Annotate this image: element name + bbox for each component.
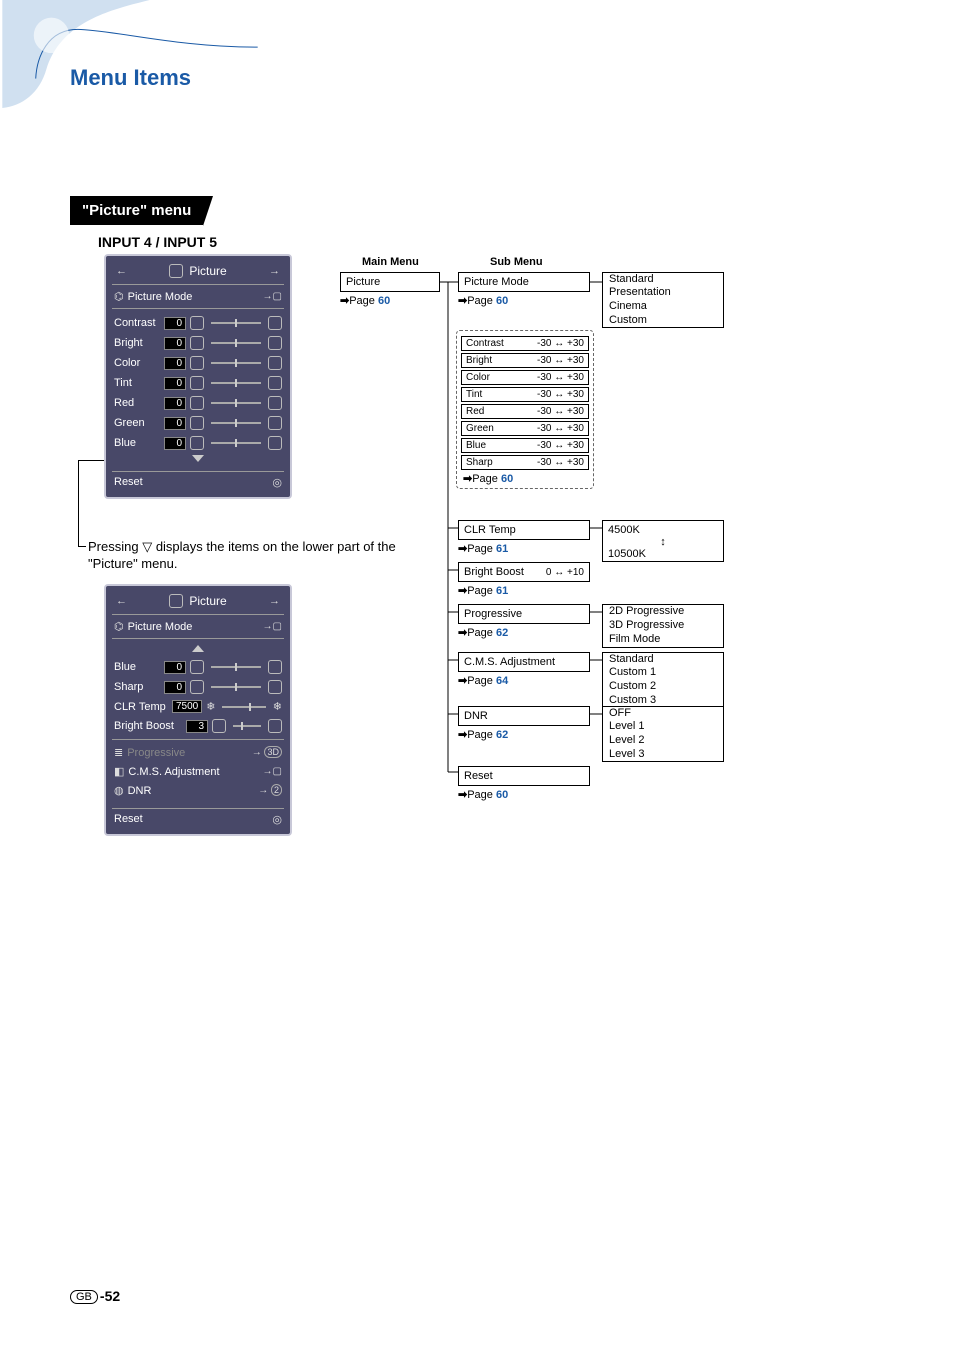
page-ref[interactable]: ➡Page 60 <box>340 294 440 307</box>
tree-bright-boost: Bright Boost0 ↔ +10 <box>458 562 590 582</box>
reset-label[interactable]: Reset <box>114 813 143 826</box>
submenu-arrow-icon[interactable]: → 3D <box>252 747 282 758</box>
picture-header-icon <box>169 594 183 608</box>
tree-slider-group: Contrast-30 ↔ +30 Bright-30 ↔ +30 Color-… <box>456 330 594 489</box>
page-ref[interactable]: ➡Page 62 <box>458 626 590 639</box>
reset-label[interactable]: Reset <box>114 476 143 489</box>
header-swoosh <box>0 0 260 110</box>
tree-picture-mode-opts: Standard Presentation Cinema Custom <box>602 272 724 328</box>
tree-cms: C.M.S. Adjustment <box>458 652 590 672</box>
tree-cms-opts: Standard Custom 1 Custom 2 Custom 3 <box>602 652 724 708</box>
input-label: INPUT 4 / INPUT 5 <box>98 234 217 250</box>
progressive-label: Progressive <box>127 747 185 759</box>
picture-mode-icon: ⌬ <box>114 620 124 633</box>
thermo-high-icon: ❄ <box>273 700 282 713</box>
tree-main-picture: Picture <box>340 272 440 292</box>
dnr-label: DNR <box>128 785 152 797</box>
region-badge: GB <box>70 1290 98 1304</box>
page-ref[interactable]: ➡Page 61 <box>458 584 590 597</box>
picture-mode-label: Picture Mode <box>128 621 193 633</box>
col-header-sub: Sub Menu <box>490 256 543 268</box>
cms-icon: ◧ <box>114 765 124 778</box>
footer: GB-52 <box>70 1288 120 1304</box>
arrow-left-icon: ← <box>116 595 127 607</box>
annotation-text: Pressing ▽ displays the items on the low… <box>88 539 438 573</box>
picture-mode-label: Picture Mode <box>128 291 193 303</box>
col-header-main: Main Menu <box>362 256 419 268</box>
page-ref[interactable]: ➡Page 60 <box>458 294 590 307</box>
scroll-down-icon[interactable] <box>192 455 204 462</box>
dnr-icon: ◍ <box>114 784 124 797</box>
picture-menu-panel-top: ← Picture → ⌬ Picture Mode →▢ Contrast0 … <box>104 254 292 499</box>
page-ref[interactable]: ➡Page 61 <box>458 542 590 555</box>
tree-progressive-opts: 2D Progressive 3D Progressive Film Mode <box>602 604 724 648</box>
submenu-arrow-icon[interactable]: → 2 <box>258 785 282 796</box>
triangle-down-icon: ▽ <box>142 539 152 554</box>
tree-clr-temp: CLR Temp <box>458 520 590 540</box>
panel1-title: Picture <box>189 264 226 278</box>
page-title: Menu Items <box>70 65 191 91</box>
page-number: -52 <box>100 1288 120 1304</box>
submenu-arrow-icon[interactable]: →▢ <box>263 291 282 302</box>
arrow-right-icon: → <box>269 265 280 277</box>
tree-reset: Reset <box>458 766 590 786</box>
submenu-arrow-icon[interactable]: →▢ <box>263 621 282 632</box>
tree-clr-temp-opts: 4500K ↕ 10500K <box>602 520 724 562</box>
submenu-arrow-icon[interactable]: →▢ <box>263 766 282 777</box>
scroll-up-icon[interactable] <box>192 645 204 652</box>
reset-icon: ◎ <box>272 476 282 489</box>
page-ref[interactable]: ➡Page 60 <box>463 472 590 485</box>
picture-header-icon <box>169 264 183 278</box>
range-arrow-icon: ↕ <box>660 536 666 548</box>
reset-icon: ◎ <box>272 813 282 826</box>
page-ref[interactable]: ➡Page 60 <box>458 788 590 801</box>
arrow-right-icon: → <box>269 595 280 607</box>
picture-mode-icon: ⌬ <box>114 290 124 303</box>
arrow-left-icon: ← <box>116 265 127 277</box>
picture-menu-panel-bottom: ← Picture → ⌬ Picture Mode →▢ Blue0 Shar… <box>104 584 292 836</box>
tree-dnr: DNR <box>458 706 590 726</box>
tree-progressive: Progressive <box>458 604 590 624</box>
tree-picture-mode: Picture Mode <box>458 272 590 292</box>
section-tab: "Picture" menu <box>70 196 203 225</box>
page-ref[interactable]: ➡Page 62 <box>458 728 590 741</box>
tree-dnr-opts: OFF Level 1 Level 2 Level 3 <box>602 706 724 762</box>
progressive-icon: ≣ <box>114 746 123 759</box>
panel2-title: Picture <box>189 594 226 608</box>
thermo-low-icon: ❄ <box>206 700 215 713</box>
page-ref[interactable]: ➡Page 64 <box>458 674 590 687</box>
cms-label: C.M.S. Adjustment <box>128 766 219 778</box>
